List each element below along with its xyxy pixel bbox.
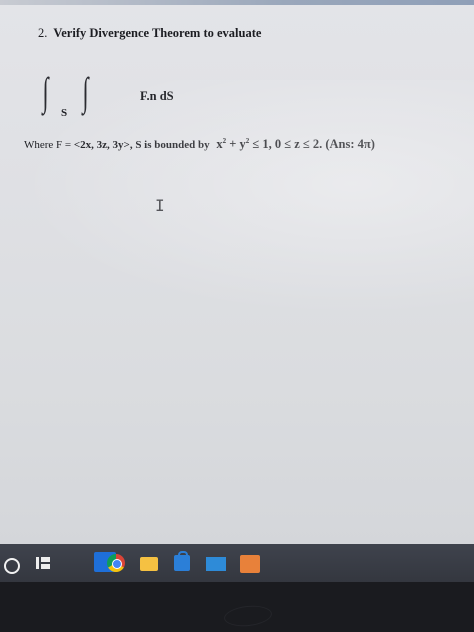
surface-phrase: , S is bounded by [129, 139, 210, 152]
monitor-logo-icon [223, 603, 273, 629]
mail-icon[interactable] [206, 557, 226, 571]
integrand: F.n dS [140, 89, 174, 103]
cond-rest: ≤ 1, 0 ≤ z ≤ 2. (Ans: 4π) [249, 137, 375, 152]
integral-symbol-inner: ∫ [82, 69, 89, 114]
problem-number: 2. [38, 26, 48, 40]
cond-plus-y: + y [226, 137, 246, 152]
integral-subscript: S [61, 107, 68, 119]
task-view-icon[interactable] [36, 557, 50, 569]
problem-condition-line: Where F = <2x, 3z, 3y>, S is bounded by … [24, 137, 375, 152]
bounding-condition: x2 + y2 ≤ 1, 0 ≤ z ≤ 2. (Ans: 4π) [216, 137, 375, 151]
start-icon[interactable] [4, 558, 20, 574]
document-page: 2. Verify Divergence Theorem to evaluate … [0, 0, 474, 552]
monitor-screen: 2. Verify Divergence Theorem to evaluate … [0, 0, 474, 552]
problem-heading-text: Verify Divergence Theorem to evaluate [53, 26, 262, 40]
office-icon[interactable] [240, 555, 260, 573]
store-icon[interactable] [174, 551, 190, 571]
integral-symbol-outer: ∫ [42, 69, 49, 114]
chrome-icon[interactable] [107, 554, 125, 572]
text-cursor-icon: I [155, 196, 165, 215]
file-explorer-icon[interactable] [140, 557, 158, 571]
taskbar [0, 544, 474, 582]
problem-heading: 2. Verify Divergence Theorem to evaluate [38, 26, 261, 41]
vector-field: <2x, 3z, 3y> [73, 139, 130, 152]
where-prefix: Where F = [24, 139, 74, 152]
